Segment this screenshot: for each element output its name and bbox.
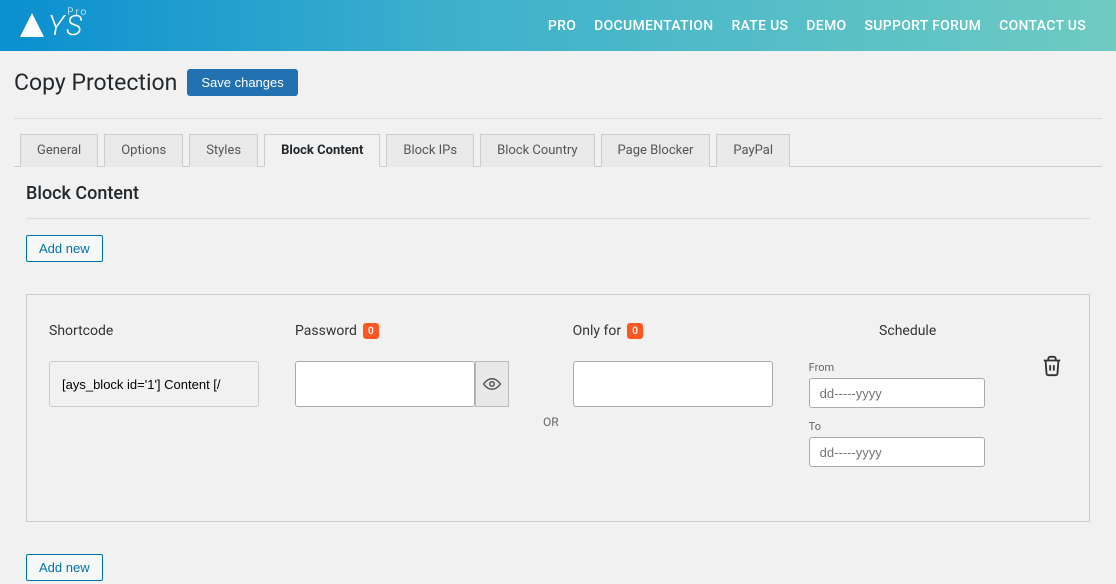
tab-styles[interactable]: Styles bbox=[189, 134, 258, 167]
nav-pro[interactable]: PRO bbox=[548, 18, 576, 34]
shortcode-column: Shortcode bbox=[49, 323, 295, 407]
page-title: Copy Protection bbox=[14, 69, 177, 96]
password-input-group bbox=[295, 361, 529, 407]
schedule-column: Schedule From To bbox=[809, 323, 1007, 479]
tab-block-country[interactable]: Block Country bbox=[480, 134, 594, 167]
tab-block-content[interactable]: Block Content bbox=[264, 134, 380, 167]
only-for-label: Only for 0 bbox=[573, 323, 809, 339]
title-row: Copy Protection Save changes bbox=[14, 69, 1102, 96]
schedule-to-input[interactable] bbox=[809, 437, 985, 467]
schedule-from-input[interactable] bbox=[809, 378, 985, 408]
nav-documentation[interactable]: DOCUMENTATION bbox=[594, 18, 713, 34]
password-input[interactable] bbox=[295, 361, 475, 407]
shortcode-input[interactable] bbox=[49, 361, 259, 407]
shortcode-label: Shortcode bbox=[49, 323, 295, 339]
tab-page-blocker[interactable]: Page Blocker bbox=[601, 134, 711, 167]
nav-contact-us[interactable]: CONTACT US bbox=[999, 18, 1086, 34]
nav-rate-us[interactable]: RATE US bbox=[731, 18, 788, 34]
password-label-text: Password bbox=[295, 323, 357, 339]
tab-paypal[interactable]: PayPal bbox=[716, 134, 790, 167]
only-for-input[interactable] bbox=[573, 361, 773, 407]
block-row: Shortcode Password 0 OR bbox=[26, 294, 1090, 522]
tab-general[interactable]: General bbox=[20, 134, 98, 167]
page-content: Copy Protection Save changes General Opt… bbox=[0, 51, 1116, 581]
logo-superscript: Pro bbox=[67, 7, 88, 18]
trash-icon bbox=[1041, 355, 1063, 377]
tab-bar: General Options Styles Block Content Blo… bbox=[14, 119, 1102, 167]
password-badge: 0 bbox=[363, 323, 379, 339]
nav-demo[interactable]: DEMO bbox=[806, 18, 846, 34]
top-nav: PRO DOCUMENTATION RATE US DEMO SUPPORT F… bbox=[548, 18, 1086, 34]
section-divider bbox=[26, 218, 1090, 219]
nav-support-forum[interactable]: SUPPORT FORUM bbox=[864, 18, 981, 34]
schedule-to-label: To bbox=[809, 420, 1007, 433]
or-separator: OR bbox=[543, 415, 559, 429]
delete-row-button[interactable] bbox=[1041, 355, 1063, 377]
only-for-badge: 0 bbox=[627, 323, 643, 339]
toggle-password-visibility-button[interactable] bbox=[475, 361, 509, 407]
schedule-from-label: From bbox=[809, 361, 1007, 374]
eye-icon bbox=[483, 375, 501, 393]
tab-block-ips[interactable]: Block IPs bbox=[386, 134, 474, 167]
add-new-button-top[interactable]: Add new bbox=[26, 235, 103, 262]
save-changes-button[interactable]: Save changes bbox=[187, 69, 297, 96]
logo: YS Pro bbox=[20, 9, 84, 42]
section-title: Block Content bbox=[26, 183, 1102, 204]
add-new-button-bottom[interactable]: Add new bbox=[26, 554, 103, 581]
tab-options[interactable]: Options bbox=[104, 134, 183, 167]
top-banner: YS Pro PRO DOCUMENTATION RATE US DEMO SU… bbox=[0, 0, 1116, 51]
password-column: Password 0 bbox=[295, 323, 529, 407]
only-for-column: Only for 0 bbox=[573, 323, 809, 407]
only-for-label-text: Only for bbox=[573, 323, 621, 339]
schedule-label: Schedule bbox=[809, 323, 1007, 339]
password-label: Password 0 bbox=[295, 323, 529, 339]
